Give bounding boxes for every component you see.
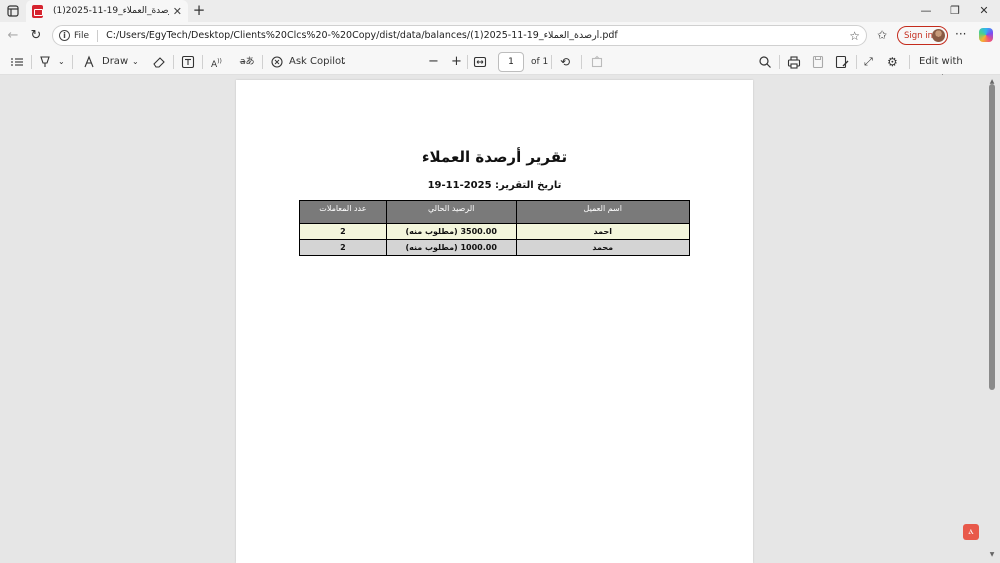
contents-icon[interactable]	[10, 53, 24, 71]
cell-customer: احمد	[515, 223, 691, 240]
column-header-customer: اسم العميل	[515, 200, 691, 224]
fullscreen-icon[interactable]: ⤢	[864, 53, 873, 71]
highlight-chevron-down-icon[interactable]: ⌄	[58, 53, 65, 71]
close-tab-icon[interactable]: ✕	[173, 5, 182, 18]
star-icon[interactable]: ☆	[849, 29, 860, 43]
column-header-balance: الرصيد الحالي	[385, 200, 517, 224]
table-row: احمد 3500.00 (مطلوب منه) 2	[299, 223, 691, 240]
url-text[interactable]: C:/Users/EgyTech/Desktop/Clients%20Clcs%…	[106, 30, 849, 41]
avatar	[932, 29, 945, 42]
toolbar-divider	[31, 55, 32, 69]
acrobat-icon[interactable]: ⲁ	[963, 524, 979, 540]
document-title: تقرير أرصدة العملاء	[421, 148, 568, 166]
search-icon[interactable]	[758, 53, 772, 71]
back-icon[interactable]: ←	[4, 27, 22, 45]
new-tab-button[interactable]: +	[190, 2, 208, 20]
save-icon[interactable]	[811, 53, 825, 71]
draw-chevron-down-icon[interactable]: ⌄	[132, 53, 139, 71]
tab-strip: أرصدة_العملاء_19-11-2025(1).pdf ✕ + — ❐ …	[0, 0, 1000, 22]
toolbar-divider	[467, 55, 468, 69]
translate-icon[interactable]: a̶あ	[240, 53, 255, 71]
draw-icon[interactable]	[82, 53, 96, 71]
save-as-icon[interactable]	[835, 53, 849, 71]
copilot-chevron-down-icon[interactable]: ⌄	[340, 53, 347, 71]
scroll-down-icon[interactable]: ▼	[988, 551, 996, 558]
table-row: محمد 1000.00 (مطلوب منه) 2	[299, 239, 691, 256]
report-date: تاريخ التقرير: 2025-11-19	[427, 180, 562, 191]
copilot-icon[interactable]	[979, 28, 993, 42]
vertical-scrollbar[interactable]: ▲ ▼	[988, 78, 996, 558]
fit-page-icon[interactable]	[473, 53, 487, 71]
cell-balance: 3500.00 (مطلوب منه)	[385, 223, 517, 240]
toolbar-divider	[779, 55, 780, 69]
more-options-icon[interactable]: ···	[955, 27, 966, 41]
tab-title: أرصدة_العملاء_19-11-2025(1).pdf	[53, 6, 169, 16]
rotate-icon[interactable]: ⟲	[560, 53, 570, 71]
toolbar-divider	[551, 55, 552, 69]
balances-table: اسم العميل الرصيد الحالي عدد المعاملات ا…	[299, 200, 691, 256]
address-bar[interactable]: i File C:/Users/EgyTech/Desktop/Clients%…	[52, 25, 867, 46]
scrollbar-thumb[interactable]	[989, 84, 995, 390]
pdf-file-icon	[32, 4, 43, 18]
ask-copilot-button[interactable]: Ask Copilot	[289, 53, 345, 71]
zoom-out-icon[interactable]: −	[428, 53, 439, 71]
draw-button[interactable]: Draw	[102, 53, 128, 71]
scheme-label: File	[74, 30, 90, 41]
page-total: of 1	[531, 57, 549, 67]
table-header-row: اسم العميل الرصيد الحالي عدد المعاملات	[299, 200, 691, 224]
browser-tab[interactable]: أرصدة_العملاء_19-11-2025(1).pdf ✕	[26, 0, 188, 22]
cell-customer: محمد	[515, 239, 691, 256]
toolbar-divider	[856, 55, 857, 69]
restore-icon[interactable]: ❐	[941, 0, 969, 22]
page-number-input[interactable]: 1	[498, 52, 524, 72]
cell-transactions: 2	[299, 223, 387, 240]
divider	[97, 29, 99, 42]
highlight-icon[interactable]	[38, 53, 52, 71]
toolbar-divider	[72, 55, 73, 69]
zoom-in-icon[interactable]: +	[451, 53, 462, 71]
minimize-icon[interactable]: —	[912, 0, 940, 22]
ask-copilot-icon[interactable]	[270, 53, 284, 71]
toolbar-divider	[262, 55, 263, 69]
sign-in-label: Sign in	[904, 30, 933, 41]
pdf-toolbar: ⌄ Draw ⌄ A)) a̶あ Ask Copilot ⌄ − + 1 of …	[0, 49, 1000, 85]
text-box-icon[interactable]	[181, 53, 195, 71]
toolbar-divider	[202, 55, 203, 69]
tab-actions-icon[interactable]	[6, 4, 20, 18]
favorites-icon[interactable]: ✩	[877, 28, 887, 42]
toolbar-divider	[173, 55, 174, 69]
close-window-icon[interactable]: ✕	[970, 0, 998, 22]
page-view-icon[interactable]	[590, 53, 604, 71]
read-aloud-icon[interactable]: A))	[211, 53, 222, 71]
toolbar-divider	[581, 55, 582, 69]
print-icon[interactable]	[787, 53, 801, 71]
eraser-icon[interactable]	[152, 53, 166, 71]
address-row: ← ↻ i File C:/Users/EgyTech/Desktop/Clie…	[0, 22, 1000, 49]
sign-in-button[interactable]: Sign in	[897, 26, 948, 45]
cell-balance: 1000.00 (مطلوب منه)	[385, 239, 517, 256]
refresh-icon[interactable]: ↻	[27, 27, 45, 45]
cell-transactions: 2	[299, 239, 387, 256]
column-header-transactions: عدد المعاملات	[299, 200, 387, 224]
info-icon[interactable]: i	[59, 30, 70, 41]
toolbar-divider	[909, 55, 910, 69]
pdf-page: تقرير أرصدة العملاء تاريخ التقرير: 2025-…	[236, 80, 753, 563]
settings-gear-icon[interactable]: ⚙	[887, 53, 898, 71]
